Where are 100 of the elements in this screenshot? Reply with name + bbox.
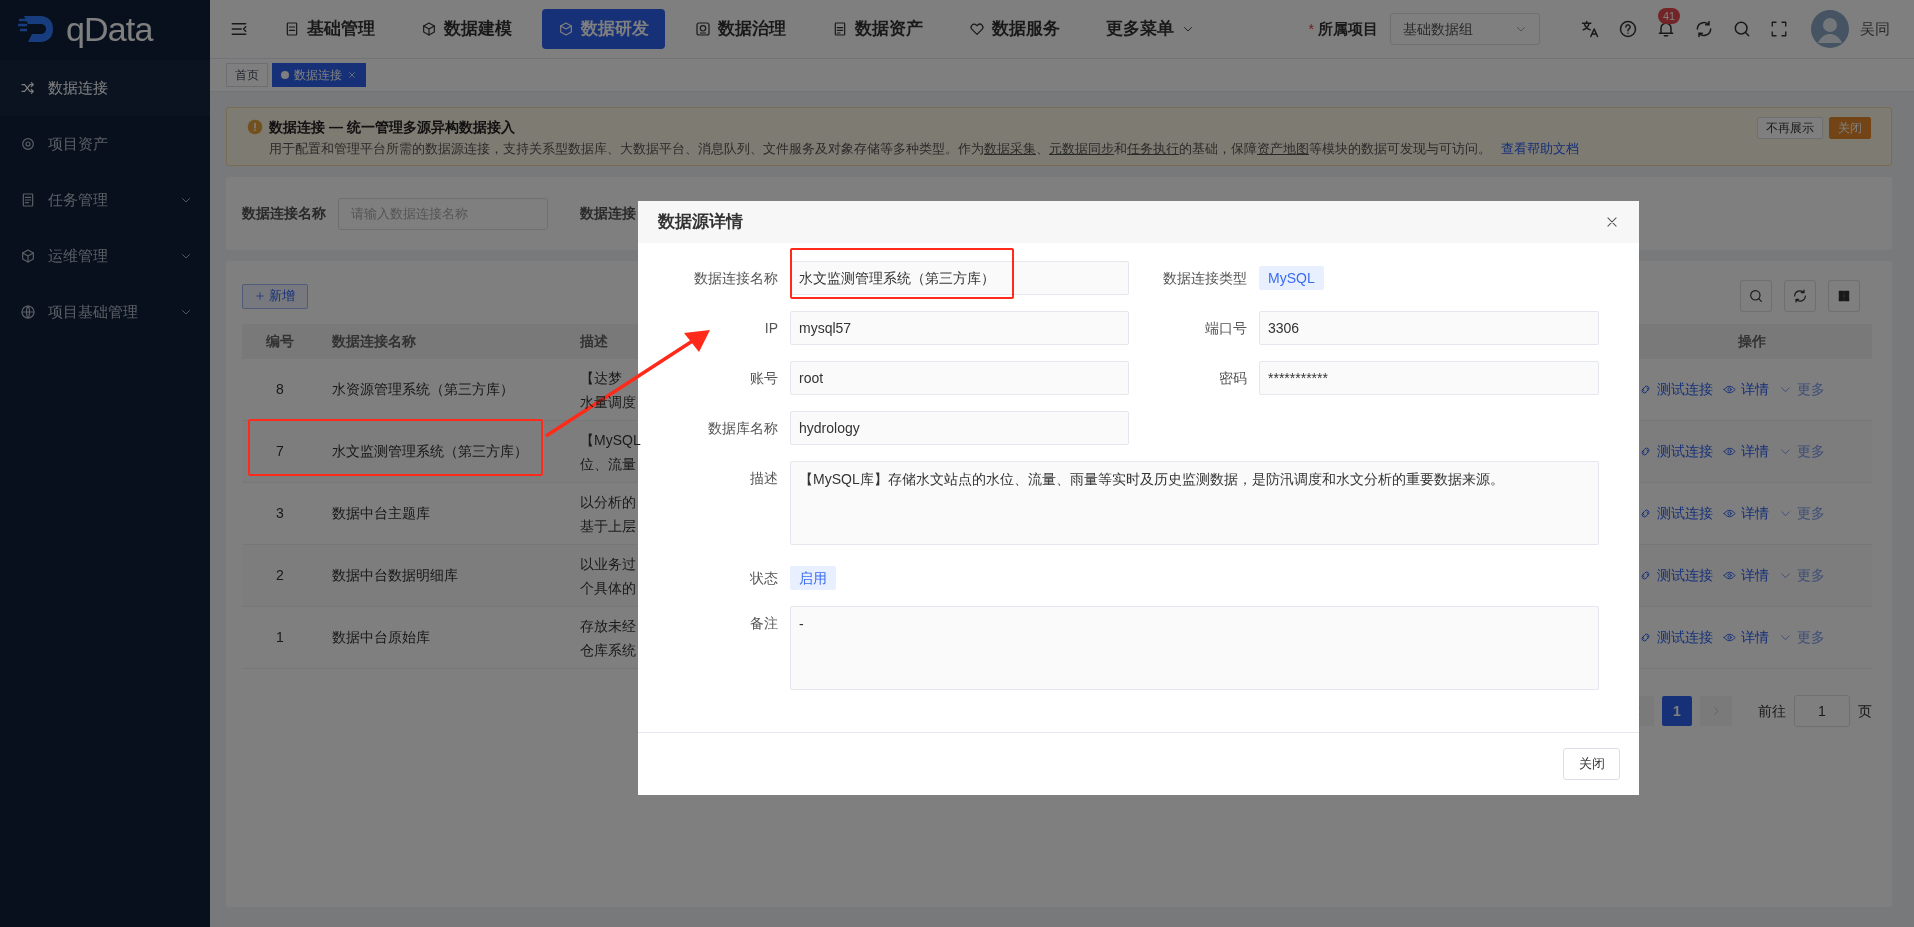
- read-only-field: root: [790, 361, 1129, 395]
- inline-link[interactable]: 资产地图: [1257, 141, 1309, 156]
- sidebar-item[interactable]: 项目资产: [0, 116, 210, 172]
- field-label: 数据连接类型: [1162, 268, 1247, 288]
- inline-link[interactable]: 数据采集: [984, 141, 1036, 156]
- inline-link[interactable]: 任务执行: [1127, 141, 1179, 156]
- close-icon[interactable]: [1605, 215, 1619, 229]
- toolbar-button[interactable]: [1784, 280, 1816, 312]
- sidebar-item[interactable]: 数据连接: [0, 60, 210, 116]
- action-link[interactable]: 更多: [1779, 503, 1825, 524]
- field-label: 备注: [749, 614, 778, 633]
- toolbar-button[interactable]: [1828, 280, 1860, 312]
- column-header: 编号: [265, 332, 295, 351]
- nav-tab[interactable]: 数据资产: [816, 9, 939, 49]
- more-menu[interactable]: 更多菜单: [1090, 9, 1210, 49]
- column-header: 描述: [580, 332, 609, 351]
- sidebar-item[interactable]: 运维管理: [0, 228, 210, 284]
- field-label: 描述: [749, 469, 778, 488]
- action-link[interactable]: 测试连接: [1639, 503, 1713, 524]
- field-label: IP: [763, 318, 778, 338]
- eye-icon: [1723, 631, 1736, 644]
- help-link[interactable]: 查看帮助文档: [1501, 140, 1579, 158]
- action-link[interactable]: 测试连接: [1639, 379, 1713, 400]
- table-cell-text: 水资源管理系统（第三方库）: [331, 380, 515, 399]
- heart-icon: [969, 21, 985, 37]
- read-only-field: mysql57: [790, 311, 1129, 345]
- fullscreen-icon[interactable]: [1770, 20, 1788, 38]
- nav-tab[interactable]: 数据建模: [405, 9, 528, 49]
- read-only-field: hydrology: [790, 411, 1129, 445]
- inline-link[interactable]: 元数据同步: [1049, 141, 1114, 156]
- table-cell-text: 数据中台原始库: [331, 628, 431, 647]
- table-cell: 存放未经: [580, 616, 636, 635]
- nav-tab[interactable]: 数据研发: [542, 9, 665, 49]
- action-link[interactable]: 更多: [1779, 441, 1825, 462]
- translate-icon[interactable]: [1580, 19, 1600, 39]
- action-link[interactable]: 测试连接: [1639, 565, 1713, 586]
- column-header: 数据连接名称: [331, 332, 417, 351]
- page-tab[interactable]: 数据连接: [272, 63, 366, 87]
- action-link[interactable]: 更多: [1779, 379, 1825, 400]
- nav-tab[interactable]: 基础管理: [268, 9, 391, 49]
- action-link[interactable]: 详情: [1723, 441, 1769, 462]
- project-label: 所属项目: [1318, 18, 1378, 39]
- frame-icon: [695, 21, 711, 37]
- action-link[interactable]: 详情: [1723, 503, 1769, 524]
- document-icon: [832, 21, 848, 37]
- nav-tab[interactable]: 数据治理: [679, 9, 802, 49]
- action-link[interactable]: 更多: [1779, 565, 1825, 586]
- refresh-icon[interactable]: [1694, 19, 1714, 39]
- search-icon: [1748, 288, 1764, 304]
- page-button[interactable]: 1: [1662, 696, 1692, 726]
- action-link[interactable]: 详情: [1723, 627, 1769, 648]
- type-tag: MySQL: [1259, 266, 1324, 290]
- column-header: 操作: [1737, 332, 1767, 351]
- banner-button[interactable]: 不再展示: [1757, 117, 1823, 139]
- sidebar-item[interactable]: 项目基础管理: [0, 284, 210, 340]
- action-link[interactable]: 详情: [1723, 379, 1769, 400]
- field-label: 数据连接: [580, 204, 636, 223]
- read-only-field: 3306: [1259, 311, 1599, 345]
- field-label: 账号: [749, 368, 778, 388]
- help-icon[interactable]: [1618, 19, 1638, 39]
- table-cell-text: 1: [275, 628, 285, 647]
- document-icon: [284, 21, 300, 37]
- close-button[interactable]: 关闭: [1563, 748, 1620, 780]
- table-cell: 个具体的: [580, 578, 636, 597]
- menu-icon[interactable]: [230, 20, 248, 38]
- banner-title: 数据连接 — 统一管理多源异构数据接入: [269, 118, 516, 137]
- field-label: 数据库名称: [707, 418, 778, 438]
- action-link[interactable]: 更多: [1779, 627, 1825, 648]
- table-cell: 位、流量: [580, 454, 636, 473]
- goto-label: 前往: [1758, 701, 1786, 721]
- add-button[interactable]: 新增: [242, 283, 308, 309]
- refresh-icon: [1792, 288, 1808, 304]
- page-suffix: 页: [1858, 701, 1872, 721]
- sidebar-item[interactable]: 任务管理: [0, 172, 210, 228]
- table-cell: 以业务过: [580, 554, 636, 573]
- eye-icon: [1723, 569, 1736, 582]
- eye-icon: [1723, 445, 1736, 458]
- banner-button[interactable]: 关闭: [1829, 117, 1871, 139]
- page-input[interactable]: 1: [1794, 695, 1850, 727]
- cube-icon: [558, 21, 574, 37]
- table-cell: 以分析的: [580, 492, 636, 511]
- page-tab[interactable]: 首页: [226, 63, 268, 87]
- field-label: 状态: [749, 569, 778, 588]
- action-link[interactable]: 测试连接: [1639, 627, 1713, 648]
- toolbar-button[interactable]: [1740, 280, 1772, 312]
- required-mark: *: [1308, 19, 1314, 39]
- type-tag: 启用: [790, 566, 836, 590]
- nav-tab[interactable]: 数据服务: [953, 9, 1076, 49]
- search-icon[interactable]: [1732, 19, 1752, 39]
- table-cell-text: 数据中台主题库: [331, 504, 431, 523]
- field-label: 密码: [1218, 368, 1247, 388]
- action-link[interactable]: 测试连接: [1639, 441, 1713, 462]
- cube-icon: [20, 248, 36, 264]
- field-label: 端口号: [1204, 318, 1247, 338]
- project-select[interactable]: 基础数据组: [1390, 13, 1540, 45]
- eye-icon: [1723, 383, 1736, 396]
- target-icon: [20, 136, 36, 152]
- table-cell-text: 3: [275, 504, 285, 523]
- action-link[interactable]: 详情: [1723, 565, 1769, 586]
- banner-description: 用于配置和管理平台所需的数据源连接，支持关系型数据库、大数据平台、消息队列、文件服务及对象存储等多种类型。作为数据采集、元数据同步和任务执行的基础，保障资产地图等模块的数据可发现与可访问。: [269, 140, 1491, 158]
